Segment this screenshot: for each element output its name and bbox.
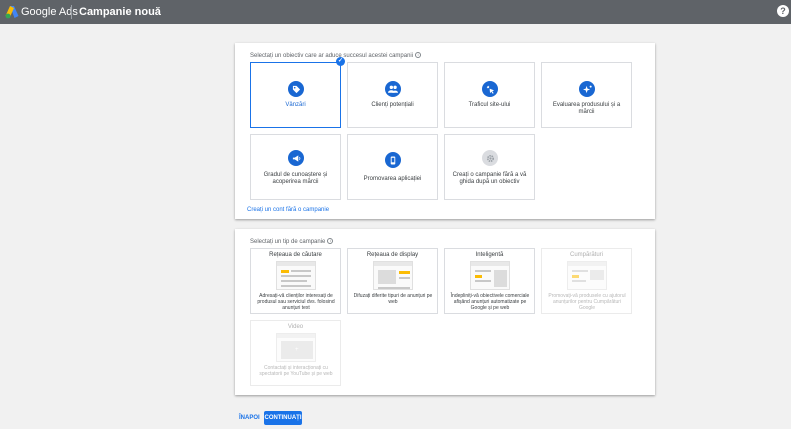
campaign-type-title: Cumpărături	[569, 252, 603, 258]
search-preview-image	[276, 261, 316, 290]
campaign-type-title: Rețeaua de căutare	[269, 252, 322, 258]
goal-tile-website-traffic[interactable]: Traficul site-ului	[444, 62, 535, 128]
campaign-type-description: Difuzați diferite tipuri de anunțuri pe …	[353, 293, 433, 305]
campaign-type-title: Video	[287, 324, 304, 330]
video-preview-image: +	[276, 333, 316, 362]
gear-icon	[482, 150, 498, 166]
tag-icon	[288, 81, 304, 97]
goal-label: Clienți potențiali	[371, 102, 414, 108]
brand-name[interactable]: Google Ads	[21, 5, 78, 19]
page-title: Campanie nouă	[79, 6, 161, 18]
continue-button[interactable]: CONTINUAȚI	[264, 411, 302, 425]
campaign-type-description: Îndepliniți-vă obiectivele comerciale af…	[450, 293, 530, 311]
info-icon[interactable]: i	[327, 238, 334, 245]
campaign-type-description: Contactați și interacționați cu spectato…	[259, 365, 333, 377]
phone-icon	[385, 152, 401, 168]
goal-tile-app-promotion[interactable]: Promovarea aplicației	[347, 134, 438, 200]
play-icon: +	[295, 347, 299, 353]
display-preview-image	[373, 261, 413, 290]
campaign-type-prompt: Selectați un tip de campanie i	[250, 238, 334, 246]
cursor-click-icon	[482, 81, 498, 97]
goal-tile-brand-awareness[interactable]: Gradul de cunoaștere și acoperirea mărci…	[250, 134, 341, 200]
checkmark-icon: ✓	[336, 57, 345, 66]
campaign-type-search[interactable]: Rețeaua de căutare Adresați-vă cliențilo…	[250, 248, 341, 314]
header-divider	[71, 5, 72, 19]
shopping-preview-image	[567, 261, 607, 290]
campaign-type-card: Selectați un tip de campanie i Rețeaua de…	[235, 229, 655, 395]
campaign-type-display[interactable]: Rețeaua de display Difuzați diferite tip…	[347, 248, 438, 314]
goal-label: Evaluarea produsului și a mărcii	[552, 102, 621, 115]
campaign-type-description: Adresați-vă clienților interesați de pro…	[257, 293, 335, 311]
people-icon	[385, 81, 401, 97]
info-icon[interactable]: i	[415, 52, 422, 59]
goal-label: Creați o campanie fără a vă ghida după u…	[452, 172, 527, 185]
goal-label: Vânzări	[285, 102, 306, 108]
sparkle-icon	[579, 81, 595, 97]
campaign-type-video: Video + Contactați și interacționați cu …	[250, 320, 341, 386]
top-bar: Google Ads Campanie nouă ?	[0, 0, 791, 24]
campaign-type-prompt-text: Selectați un tip de campanie	[250, 239, 326, 245]
campaign-type-description: Promovați-vă produsele cu ajutorul anunț…	[548, 293, 626, 311]
smart-preview-image	[470, 261, 510, 290]
back-button[interactable]: ÎNAPOI	[236, 412, 263, 424]
megaphone-icon	[288, 150, 304, 166]
goal-label: Traficul site-ului	[468, 102, 511, 108]
goal-prompt-text: Selectați un obiectiv care ar aduce succ…	[250, 53, 414, 59]
goal-tile-no-goal[interactable]: Creați o campanie fără a vă ghida după u…	[444, 134, 535, 200]
campaign-type-shopping: Cumpărături Promovați-vă produsele cu aj…	[541, 248, 632, 314]
campaign-type-smart[interactable]: Inteligentă Îndepliniți-vă obiectivele c…	[444, 248, 535, 314]
goal-tile-sales[interactable]: Vânzări	[250, 62, 341, 128]
goal-tile-leads[interactable]: Clienți potențiali	[347, 62, 438, 128]
goal-label: Gradul de cunoaștere și acoperirea mărci…	[263, 172, 328, 185]
goal-selection-card: Selectați un obiectiv care ar aduce succ…	[235, 43, 655, 219]
create-account-without-campaign-link[interactable]: Creați un cont fără o campanie	[247, 207, 329, 213]
help-icon[interactable]: ?	[777, 5, 789, 17]
campaign-type-title: Rețeaua de display	[366, 252, 419, 258]
campaign-type-title: Inteligentă	[475, 252, 504, 258]
google-ads-logo-icon[interactable]	[5, 5, 19, 19]
goal-label: Promovarea aplicației	[363, 176, 422, 182]
goal-tile-product-brand[interactable]: Evaluarea produsului și a mărcii	[541, 62, 632, 128]
